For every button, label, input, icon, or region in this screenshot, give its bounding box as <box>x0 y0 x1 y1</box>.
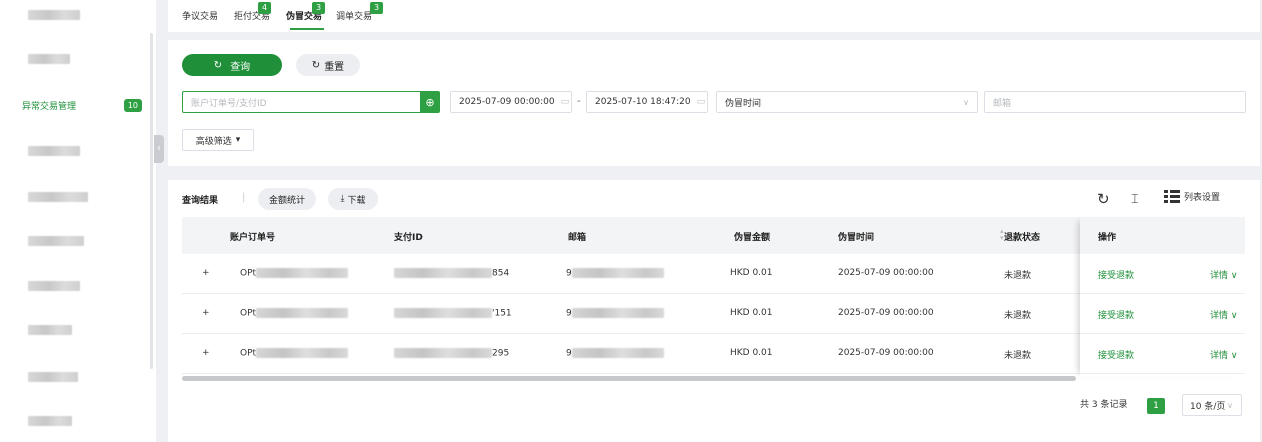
column-header: 伪冒时间 <box>838 233 875 243</box>
refund-status-cell: 未退款 <box>1004 351 1032 361</box>
calendar-icon: ▭ <box>560 97 570 107</box>
tab-active-indicator <box>290 28 324 30</box>
page-number-current[interactable]: 1 <box>1147 398 1165 414</box>
payment-id-cell: 854 <box>394 268 509 279</box>
collapse-arrow-icon[interactable]: ‹ <box>154 135 164 163</box>
page-size-value: 10 条/页 <box>1190 401 1226 412</box>
tab-bar: 争议交易 拒付交易 4 伪冒交易 3 调单交易 3 <box>168 0 1260 32</box>
payment-id-cell: '151 <box>394 308 512 319</box>
download-label: 下载 <box>347 195 366 206</box>
tab-retrieval[interactable]: 调单交易 <box>336 9 372 22</box>
sidebar-badge: 10 <box>123 98 142 112</box>
order-id-cell: OPt <box>240 308 349 319</box>
email-input[interactable]: 邮箱 <box>984 91 1246 113</box>
order-id-input[interactable]: 账户订单号/支付ID <box>182 91 422 113</box>
time-cell: 2025-07-09 00:00:00 <box>838 308 934 318</box>
sidebar-item-abnormal-trade[interactable]: 异常交易管理 10 <box>22 98 142 112</box>
download-icon: ⤓ <box>340 194 345 204</box>
divider: | <box>242 192 246 203</box>
expand-icon[interactable]: + <box>202 268 210 278</box>
time-type-select[interactable]: 伪冒时间 ∨ <box>716 91 978 113</box>
amount-cell: HKD 0.01 <box>730 348 773 358</box>
sidebar-item-blurred[interactable] <box>28 416 72 426</box>
email-cell: 9 <box>566 308 664 319</box>
time-type-value: 伪冒时间 <box>725 98 762 109</box>
start-time-value: 2025-07-09 00:00:00 <box>459 97 555 107</box>
column-header: 伪冒金额 <box>734 233 771 243</box>
total-records: 共 3 条记录 <box>1080 400 1128 410</box>
end-time-value: 2025-07-10 18:47:20 <box>595 97 691 107</box>
tab-badge: 4 <box>258 2 272 14</box>
order-id-cell: OPt <box>240 348 349 359</box>
sidebar-item-blurred[interactable] <box>28 146 80 156</box>
download-button[interactable]: ⤓ 下载 <box>328 188 378 210</box>
column-header: 支付ID <box>394 233 423 243</box>
calendar-icon: ▭ <box>696 97 706 107</box>
advanced-filter-button[interactable]: 高级筛选 ▾ <box>182 129 254 151</box>
query-label: 查询 <box>230 61 251 73</box>
end-time-input[interactable]: 2025-07-10 18:47:20 ▭ <box>586 91 708 113</box>
email-placeholder: 邮箱 <box>993 98 1012 109</box>
email-cell: 9 <box>566 348 664 359</box>
list-settings-icon <box>1164 190 1180 203</box>
advanced-filter-label: 高级筛选 <box>195 136 232 147</box>
refund-status-cell: 未退款 <box>1004 311 1032 321</box>
results-panel: 查询结果 | 金额统计 ⤓ 下载 ↻ ⌶ 列表设置 账户订单号 支付ID 邮箱 … <box>168 180 1260 442</box>
sidebar-item-blurred[interactable] <box>28 192 88 202</box>
list-settings-button[interactable]: 列表设置 <box>1164 190 1220 203</box>
tab-dispute[interactable]: 争议交易 <box>182 9 218 22</box>
time-cell: 2025-07-09 00:00:00 <box>838 268 934 278</box>
payment-id-cell: 295 <box>394 348 509 359</box>
amount-cell: HKD 0.01 <box>730 308 773 318</box>
sidebar-item-blurred[interactable] <box>28 236 84 246</box>
amount-stats-label: 金额统计 <box>268 195 305 206</box>
start-time-input[interactable]: 2025-07-09 00:00:00 ▭ <box>450 91 572 113</box>
reset-icon: ↻ <box>311 59 321 71</box>
expand-icon[interactable]: + <box>202 308 210 318</box>
amount-stats-button[interactable]: 金额统计 <box>258 188 316 210</box>
results-title: 查询结果 <box>182 196 219 206</box>
sidebar-item-blurred[interactable] <box>28 325 72 335</box>
column-header: 退款状态 <box>1004 233 1041 243</box>
query-button[interactable]: ↻ 查询 <box>182 54 282 76</box>
refund-status-cell: 未退款 <box>1004 271 1032 281</box>
column-height-icon[interactable]: ⌶ <box>1131 192 1139 207</box>
expand-icon[interactable]: + <box>202 348 210 358</box>
reset-label: 重置 <box>324 61 345 73</box>
email-cell: 9 <box>566 268 664 279</box>
page-size-select[interactable]: 10 条/页 ∨ <box>1182 394 1242 416</box>
sidebar: 异常交易管理 10 <box>0 0 156 442</box>
horizontal-scrollbar[interactable] <box>182 376 1076 381</box>
plus-circle-icon[interactable]: ⊕ <box>420 91 440 113</box>
list-settings-label: 列表设置 <box>1184 193 1221 203</box>
refresh-icon[interactable]: ↻ <box>1097 190 1110 208</box>
sidebar-scrollbar[interactable] <box>150 33 153 369</box>
reset-button[interactable]: ↻ 重置 <box>296 54 360 76</box>
sort-icon[interactable]: ▴ ▾ <box>1000 228 1004 242</box>
refresh-icon: ↻ <box>213 59 223 71</box>
sidebar-item-blurred[interactable] <box>28 54 70 64</box>
sidebar-item-blurred[interactable] <box>28 10 80 20</box>
tab-badge: 3 <box>370 2 384 14</box>
range-separator: - <box>577 96 581 107</box>
sidebar-item-label: 异常交易管理 <box>22 101 77 112</box>
column-header: 账户订单号 <box>230 233 276 243</box>
amount-cell: HKD 0.01 <box>730 268 773 278</box>
tab-badge: 3 <box>312 2 326 14</box>
search-panel: ↻ 查询 ↻ 重置 账户订单号/支付ID ⊕ 2025-07-09 00:00:… <box>168 40 1260 166</box>
order-id-cell: OPt <box>240 268 349 279</box>
chevron-down-icon: ∨ <box>963 97 969 107</box>
time-cell: 2025-07-09 00:00:00 <box>838 348 934 358</box>
order-id-placeholder: 账户订单号/支付ID <box>191 98 267 109</box>
chevron-down-icon: ∨ <box>1227 400 1233 410</box>
sidebar-item-blurred[interactable] <box>28 372 78 382</box>
caret-down-icon: ▾ <box>235 135 241 145</box>
sidebar-item-blurred[interactable] <box>28 281 80 291</box>
column-header: 邮箱 <box>568 233 587 243</box>
fixed-column-shadow <box>1080 217 1245 377</box>
